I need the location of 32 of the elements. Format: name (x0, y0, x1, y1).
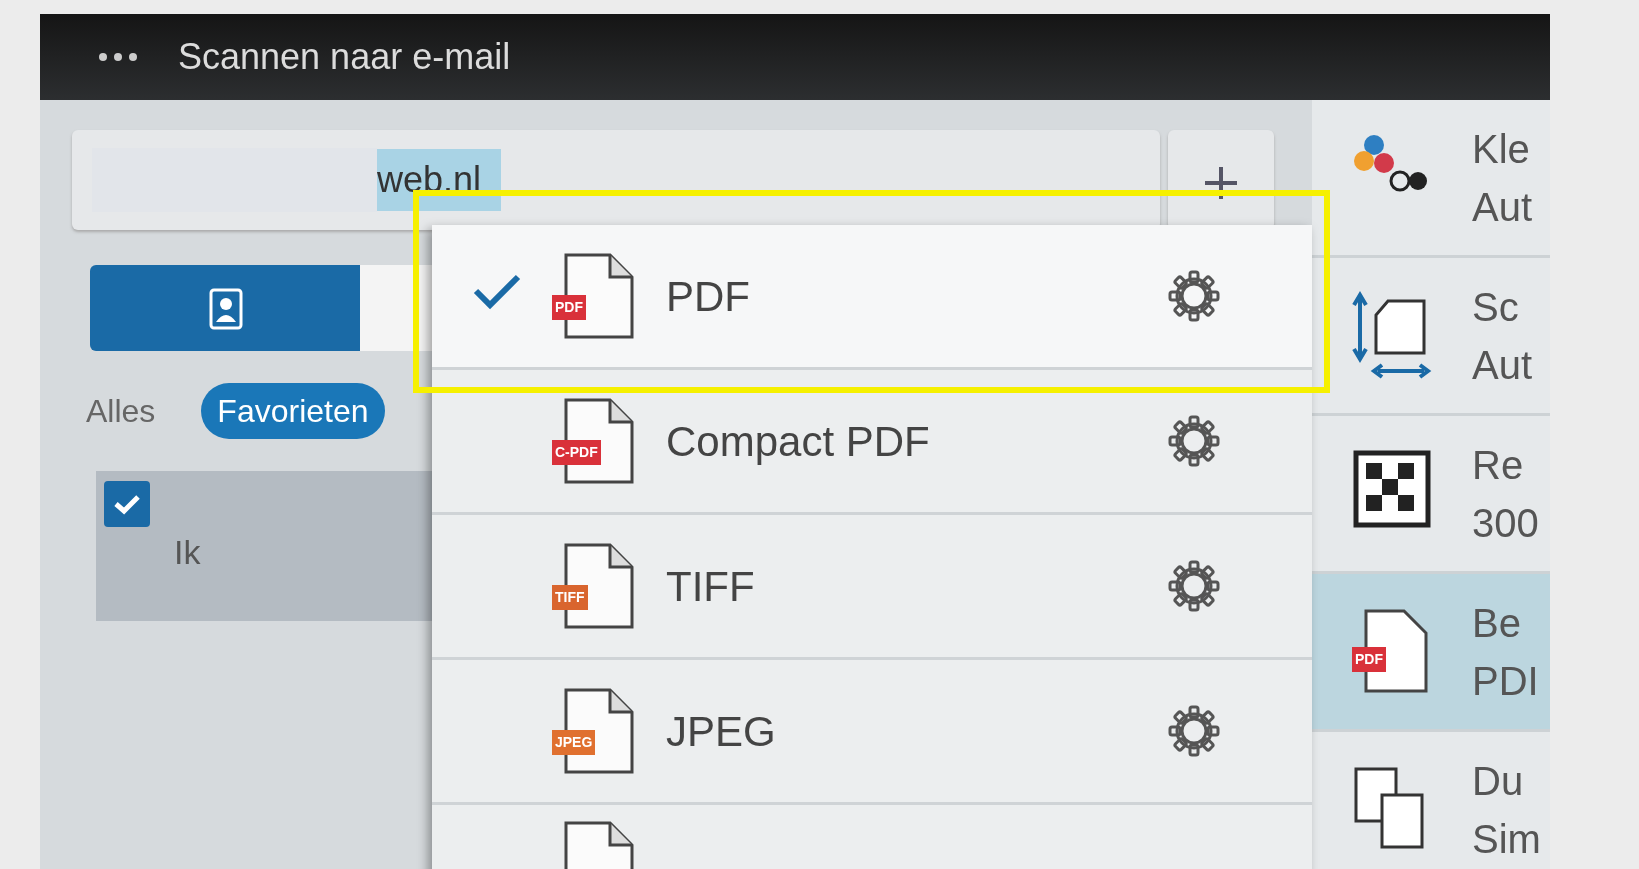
filter-tab[interactable]: Alles (70, 383, 172, 439)
setting-item[interactable]: Sc Aut (1312, 258, 1550, 416)
window-title: Scannen naar e-mail (178, 35, 511, 79)
setting-value: Aut (1472, 341, 1533, 389)
file-type-label: JPEG (552, 730, 596, 755)
contact-name: Ik (174, 532, 202, 573)
format-label: JPEG (666, 706, 777, 757)
file-type-label: TIFF (552, 585, 588, 610)
setting-item[interactable]: Du Sim (1312, 732, 1550, 869)
setting-value: Sim (1472, 815, 1541, 863)
setting-value: 300 (1472, 499, 1539, 547)
setting-value: PDI (1472, 657, 1539, 705)
file-type-label: PDF (1352, 646, 1386, 672)
menu-item[interactable]: TIFF TIFF (432, 515, 1312, 660)
format-label: TIFF (666, 561, 756, 612)
menu-item[interactable]: JPEG JPEG (432, 660, 1312, 805)
setting-label: Kle (1472, 125, 1531, 173)
menu-item[interactable]: C-PDF Compact PDF (432, 370, 1312, 515)
file-type-label: PDF (552, 295, 586, 320)
file-type-label: C-PDF (552, 440, 601, 465)
setting-item[interactable]: Kle Aut (1312, 100, 1550, 258)
filter-tab[interactable]: Favorieten (201, 383, 385, 439)
setting-label: Be (1472, 599, 1522, 647)
setting-value: Aut (1472, 183, 1533, 231)
setting-label: Re (1472, 441, 1525, 489)
format-label: PDF (666, 271, 751, 322)
setting-label: Sc (1472, 283, 1520, 331)
setting-label: Du (1472, 757, 1525, 805)
format-label: Compact PDF (666, 416, 931, 467)
setting-item[interactable]: Re 300 (1312, 416, 1550, 574)
menu-item[interactable]: PDF PDF (432, 225, 1312, 370)
setting-item[interactable]: PDF Be PDI (1312, 574, 1550, 732)
